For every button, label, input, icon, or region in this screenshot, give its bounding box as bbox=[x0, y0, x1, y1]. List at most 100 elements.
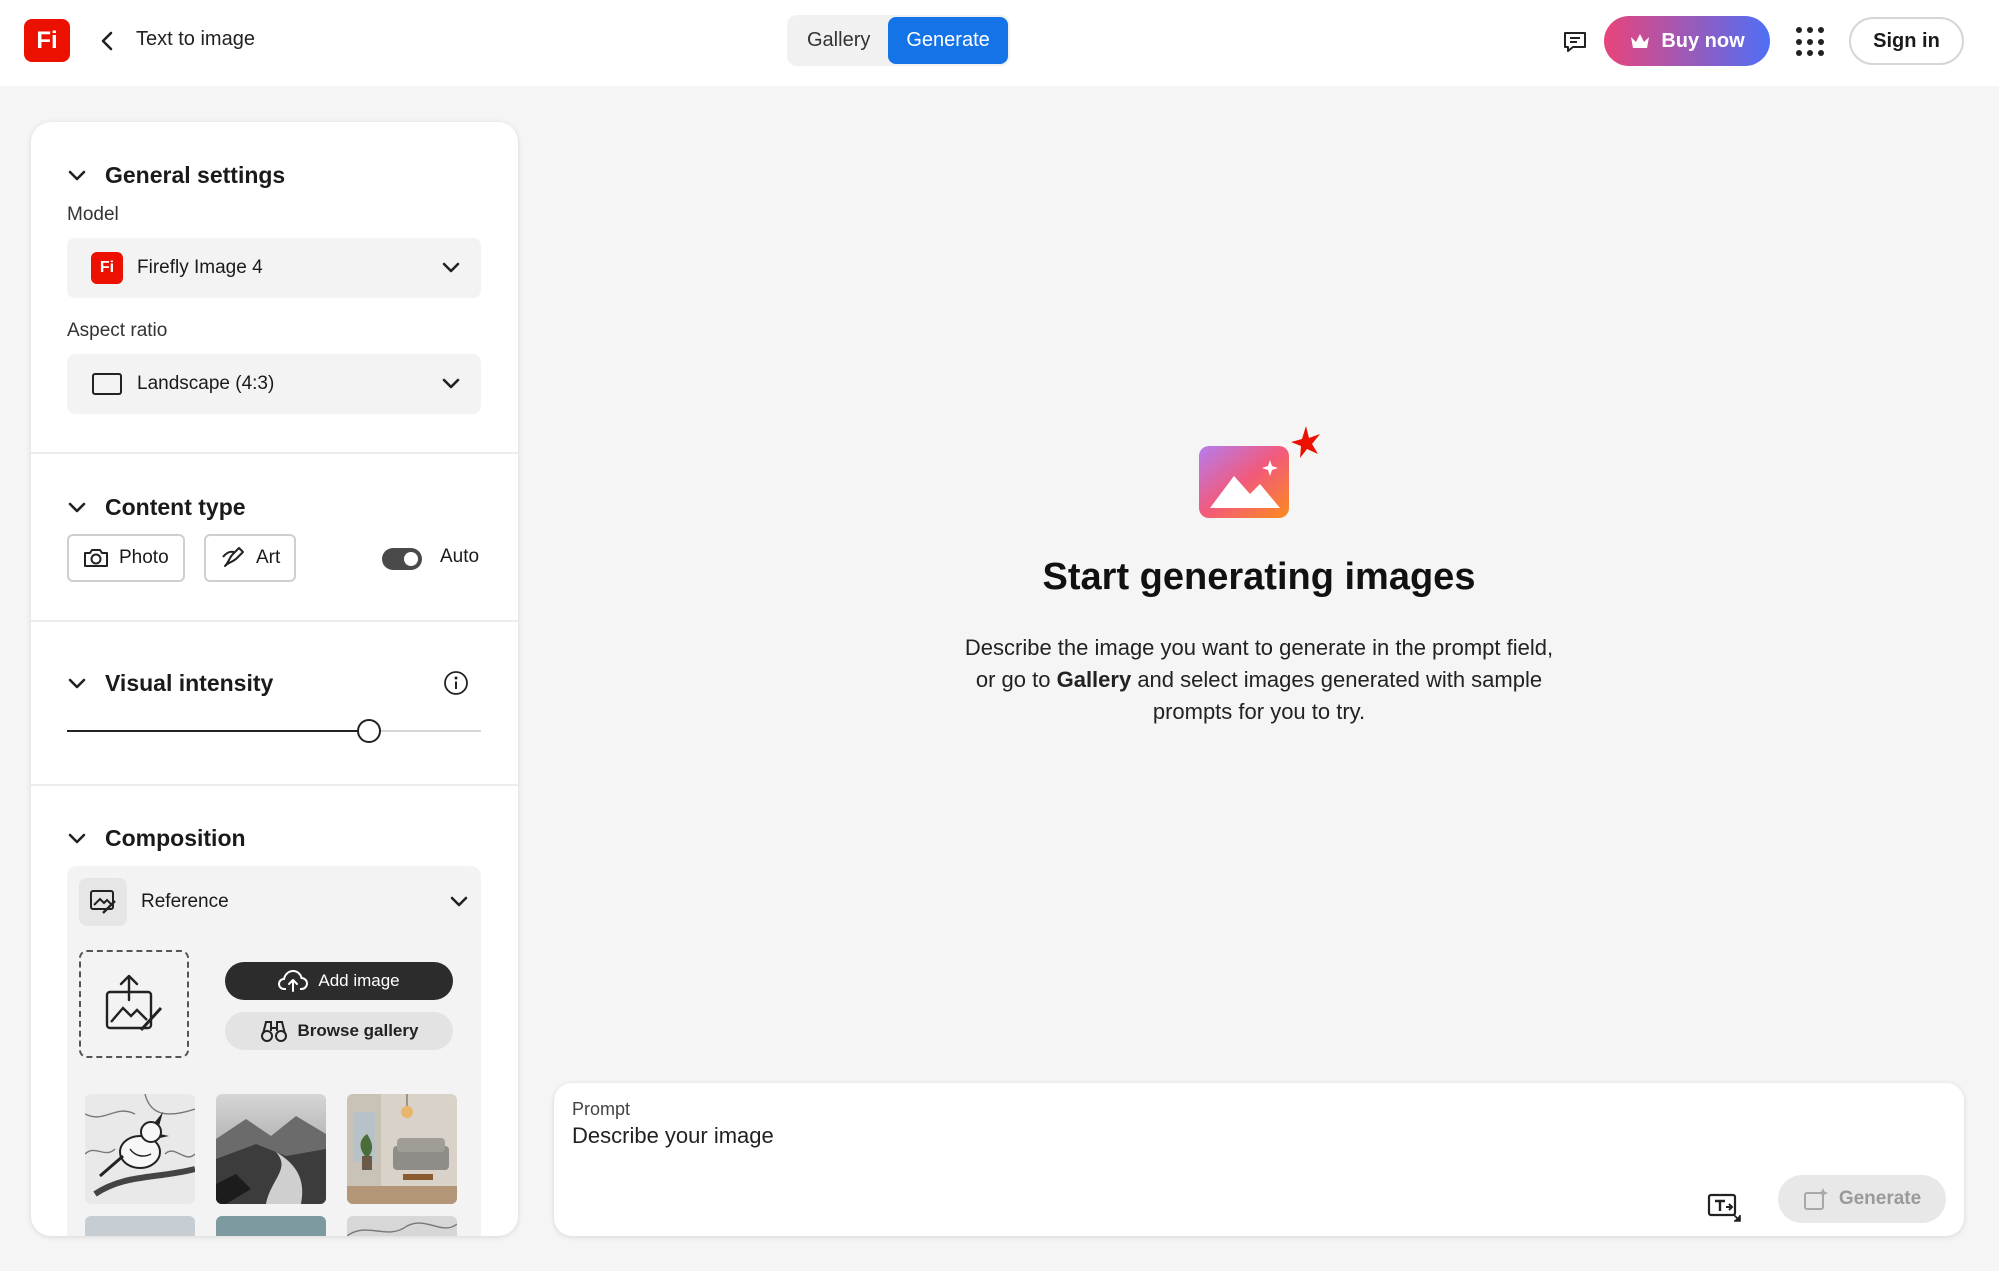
chat-icon bbox=[1564, 32, 1586, 52]
text-to-prompt-icon[interactable] bbox=[1706, 1189, 1742, 1225]
firefly-logo-text: Fi bbox=[99, 259, 115, 276]
cloud-upload-icon bbox=[278, 969, 309, 992]
reference-dropdown[interactable]: Reference bbox=[79, 878, 469, 926]
generate-image-illustration bbox=[1199, 426, 1320, 518]
reference-thumbnail[interactable] bbox=[347, 1216, 457, 1236]
empty-state-description: Describe the image you want to generate … bbox=[960, 632, 1558, 728]
chevron-down-icon bbox=[68, 502, 86, 512]
living-room-thumbnail bbox=[347, 1094, 457, 1204]
brush-icon bbox=[222, 547, 244, 567]
info-icon[interactable] bbox=[443, 670, 469, 696]
art-label: Art bbox=[256, 547, 281, 568]
aspect-ratio-value: Landscape (4:3) bbox=[137, 373, 275, 394]
chevron-down-icon bbox=[442, 262, 460, 273]
apps-dot-icon bbox=[1818, 27, 1824, 33]
feedback-button[interactable] bbox=[1558, 25, 1592, 59]
content-type-art-button[interactable]: Art bbox=[204, 534, 297, 582]
chevron-down-icon bbox=[68, 833, 86, 843]
thumbnail-image bbox=[347, 1216, 457, 1236]
section-divider bbox=[31, 452, 518, 454]
app-logo[interactable]: Fi bbox=[24, 19, 70, 62]
browse-gallery-label: Browse gallery bbox=[297, 1021, 419, 1040]
add-image-label: Add image bbox=[318, 971, 400, 990]
empty-state-title: Start generating images bbox=[1042, 556, 1476, 598]
prompt-input[interactable] bbox=[572, 1123, 1772, 1149]
apps-dot-icon bbox=[1796, 38, 1802, 45]
back-button[interactable] bbox=[92, 24, 122, 58]
reference-thumbnail-living-room[interactable] bbox=[347, 1094, 457, 1204]
apps-dot-icon bbox=[1807, 50, 1813, 57]
slider-thumb[interactable] bbox=[357, 719, 381, 743]
content-type-photo-button[interactable]: Photo bbox=[67, 534, 185, 582]
river-landscape-thumbnail bbox=[216, 1094, 326, 1204]
reference-thumbnail-bird[interactable] bbox=[85, 1094, 195, 1204]
general-settings-title: General settings bbox=[105, 162, 286, 188]
slider-fill bbox=[67, 730, 369, 732]
apps-dot-icon bbox=[1807, 38, 1813, 45]
empty-state-text: and select images generated with sample … bbox=[1131, 667, 1543, 724]
section-divider bbox=[31, 784, 518, 786]
chevron-left-icon bbox=[101, 31, 113, 51]
firefly-logo-icon: Fi bbox=[91, 252, 123, 284]
general-settings-header[interactable]: General settings bbox=[67, 162, 285, 189]
visual-intensity-slider[interactable] bbox=[67, 719, 481, 743]
visual-intensity-header[interactable]: Visual intensity bbox=[67, 670, 273, 697]
gallery-link-text: Gallery bbox=[1056, 667, 1132, 692]
auto-toggle[interactable] bbox=[382, 548, 422, 570]
browse-gallery-button[interactable]: Browse gallery bbox=[225, 1012, 453, 1050]
content-type-header[interactable]: Content type bbox=[67, 494, 246, 521]
apps-dot-icon bbox=[1807, 27, 1813, 33]
visual-intensity-title: Visual intensity bbox=[105, 670, 274, 696]
upload-image-icon bbox=[105, 974, 163, 1032]
buy-now-label: Buy now bbox=[1661, 29, 1745, 52]
chevron-down-icon bbox=[68, 170, 86, 180]
apps-dot-icon bbox=[1818, 50, 1824, 57]
reference-image-icon bbox=[79, 878, 127, 926]
thumbnail-image bbox=[216, 1216, 326, 1236]
view-switcher: Gallery Generate bbox=[787, 15, 1010, 66]
tab-generate[interactable]: Generate bbox=[888, 17, 1008, 64]
binoculars-icon bbox=[260, 1021, 287, 1042]
chevron-down-icon bbox=[68, 678, 86, 688]
section-divider bbox=[31, 620, 518, 622]
aspect-ratio-dropdown[interactable]: Landscape (4:3) bbox=[67, 354, 481, 414]
reference-drop-zone[interactable] bbox=[79, 950, 189, 1058]
reference-label: Reference bbox=[141, 891, 229, 912]
reference-thumbnail[interactable] bbox=[216, 1216, 326, 1236]
generate-button[interactable]: Generate bbox=[1778, 1175, 1946, 1223]
reference-thumbnail[interactable] bbox=[85, 1216, 195, 1236]
composition-title: Composition bbox=[105, 825, 246, 851]
sign-in-button[interactable]: Sign in bbox=[1849, 17, 1964, 65]
generate-button-label: Generate bbox=[1838, 1188, 1922, 1209]
aspect-ratio-label: Aspect ratio bbox=[67, 320, 168, 341]
tab-gallery[interactable]: Gallery bbox=[789, 17, 888, 64]
photo-label: Photo bbox=[119, 547, 169, 568]
page-title: Text to image bbox=[136, 28, 255, 50]
camera-icon bbox=[84, 549, 108, 567]
model-value: Firefly Image 4 bbox=[137, 257, 263, 278]
add-image-button[interactable]: Add image bbox=[225, 962, 453, 1000]
auto-label: Auto bbox=[440, 546, 480, 567]
apps-dot-icon bbox=[1818, 38, 1824, 45]
chevron-down-icon bbox=[442, 378, 460, 389]
apps-grid-button[interactable] bbox=[1796, 27, 1826, 57]
composition-header[interactable]: Composition bbox=[67, 825, 246, 852]
settings-panel: General settings Model Fi Firefly Image … bbox=[31, 122, 518, 1236]
reference-thumbnail-river[interactable] bbox=[216, 1094, 326, 1204]
apps-dot-icon bbox=[1796, 50, 1802, 57]
top-bar: Fi Text to image Gallery Generate Buy no… bbox=[0, 0, 1999, 86]
apps-dot-icon bbox=[1796, 27, 1802, 33]
model-dropdown[interactable]: Fi Firefly Image 4 bbox=[67, 238, 481, 298]
buy-now-button[interactable]: Buy now bbox=[1604, 16, 1770, 66]
chevron-down-icon bbox=[450, 896, 468, 907]
thumbnail-image bbox=[85, 1216, 195, 1236]
crown-icon bbox=[1631, 34, 1650, 48]
app-logo-text: Fi bbox=[36, 26, 58, 54]
prompt-box: Prompt Generate bbox=[554, 1083, 1964, 1236]
landscape-icon bbox=[92, 373, 122, 395]
bird-sketch-thumbnail bbox=[85, 1094, 195, 1204]
model-label: Model bbox=[67, 204, 119, 225]
reference-card: Reference Add image Browse gallery bbox=[67, 866, 481, 1236]
content-type-title: Content type bbox=[105, 494, 246, 520]
prompt-label: Prompt bbox=[572, 1099, 631, 1119]
